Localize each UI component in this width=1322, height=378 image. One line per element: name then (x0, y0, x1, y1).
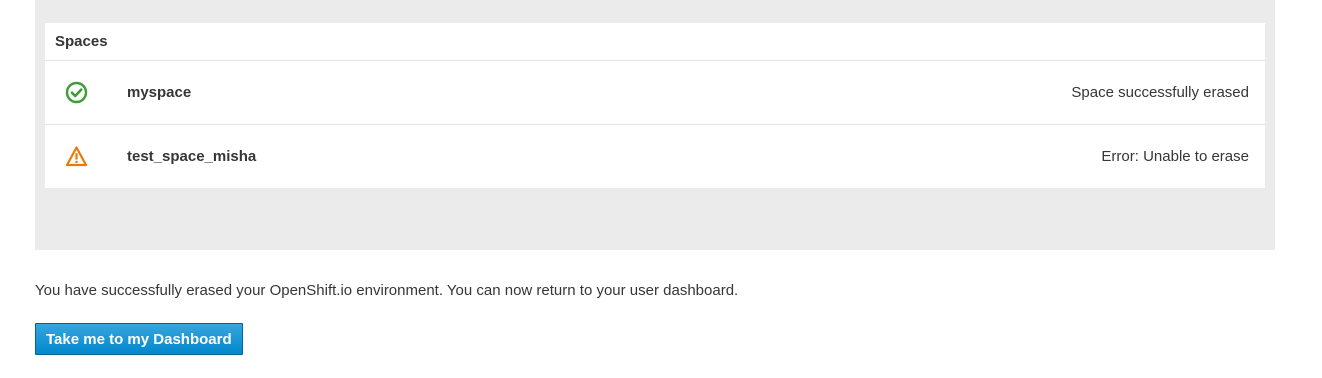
space-name: myspace (127, 84, 192, 101)
list-item-test-space-misha: test_space_misha Error: Unable to erase (45, 125, 1265, 188)
spaces-list-header: Spaces (45, 23, 1265, 61)
space-name: test_space_misha (127, 148, 257, 165)
space-status: Space successfully erased (1071, 84, 1249, 101)
page: Spaces myspace Space successfully erased (0, 0, 1322, 378)
success-message: You have successfully erased your OpenSh… (35, 282, 739, 299)
success-check-circle-icon (65, 81, 88, 104)
warning-triangle-icon (65, 145, 88, 168)
space-status: Error: Unable to erase (1101, 148, 1249, 165)
list-item-myspace: myspace Space successfully erased (45, 61, 1265, 125)
dashboard-button[interactable]: Take me to my Dashboard (35, 323, 243, 355)
spaces-list: Spaces myspace Space successfully erased (45, 23, 1265, 188)
erase-results-panel: Spaces myspace Space successfully erased (35, 0, 1275, 250)
